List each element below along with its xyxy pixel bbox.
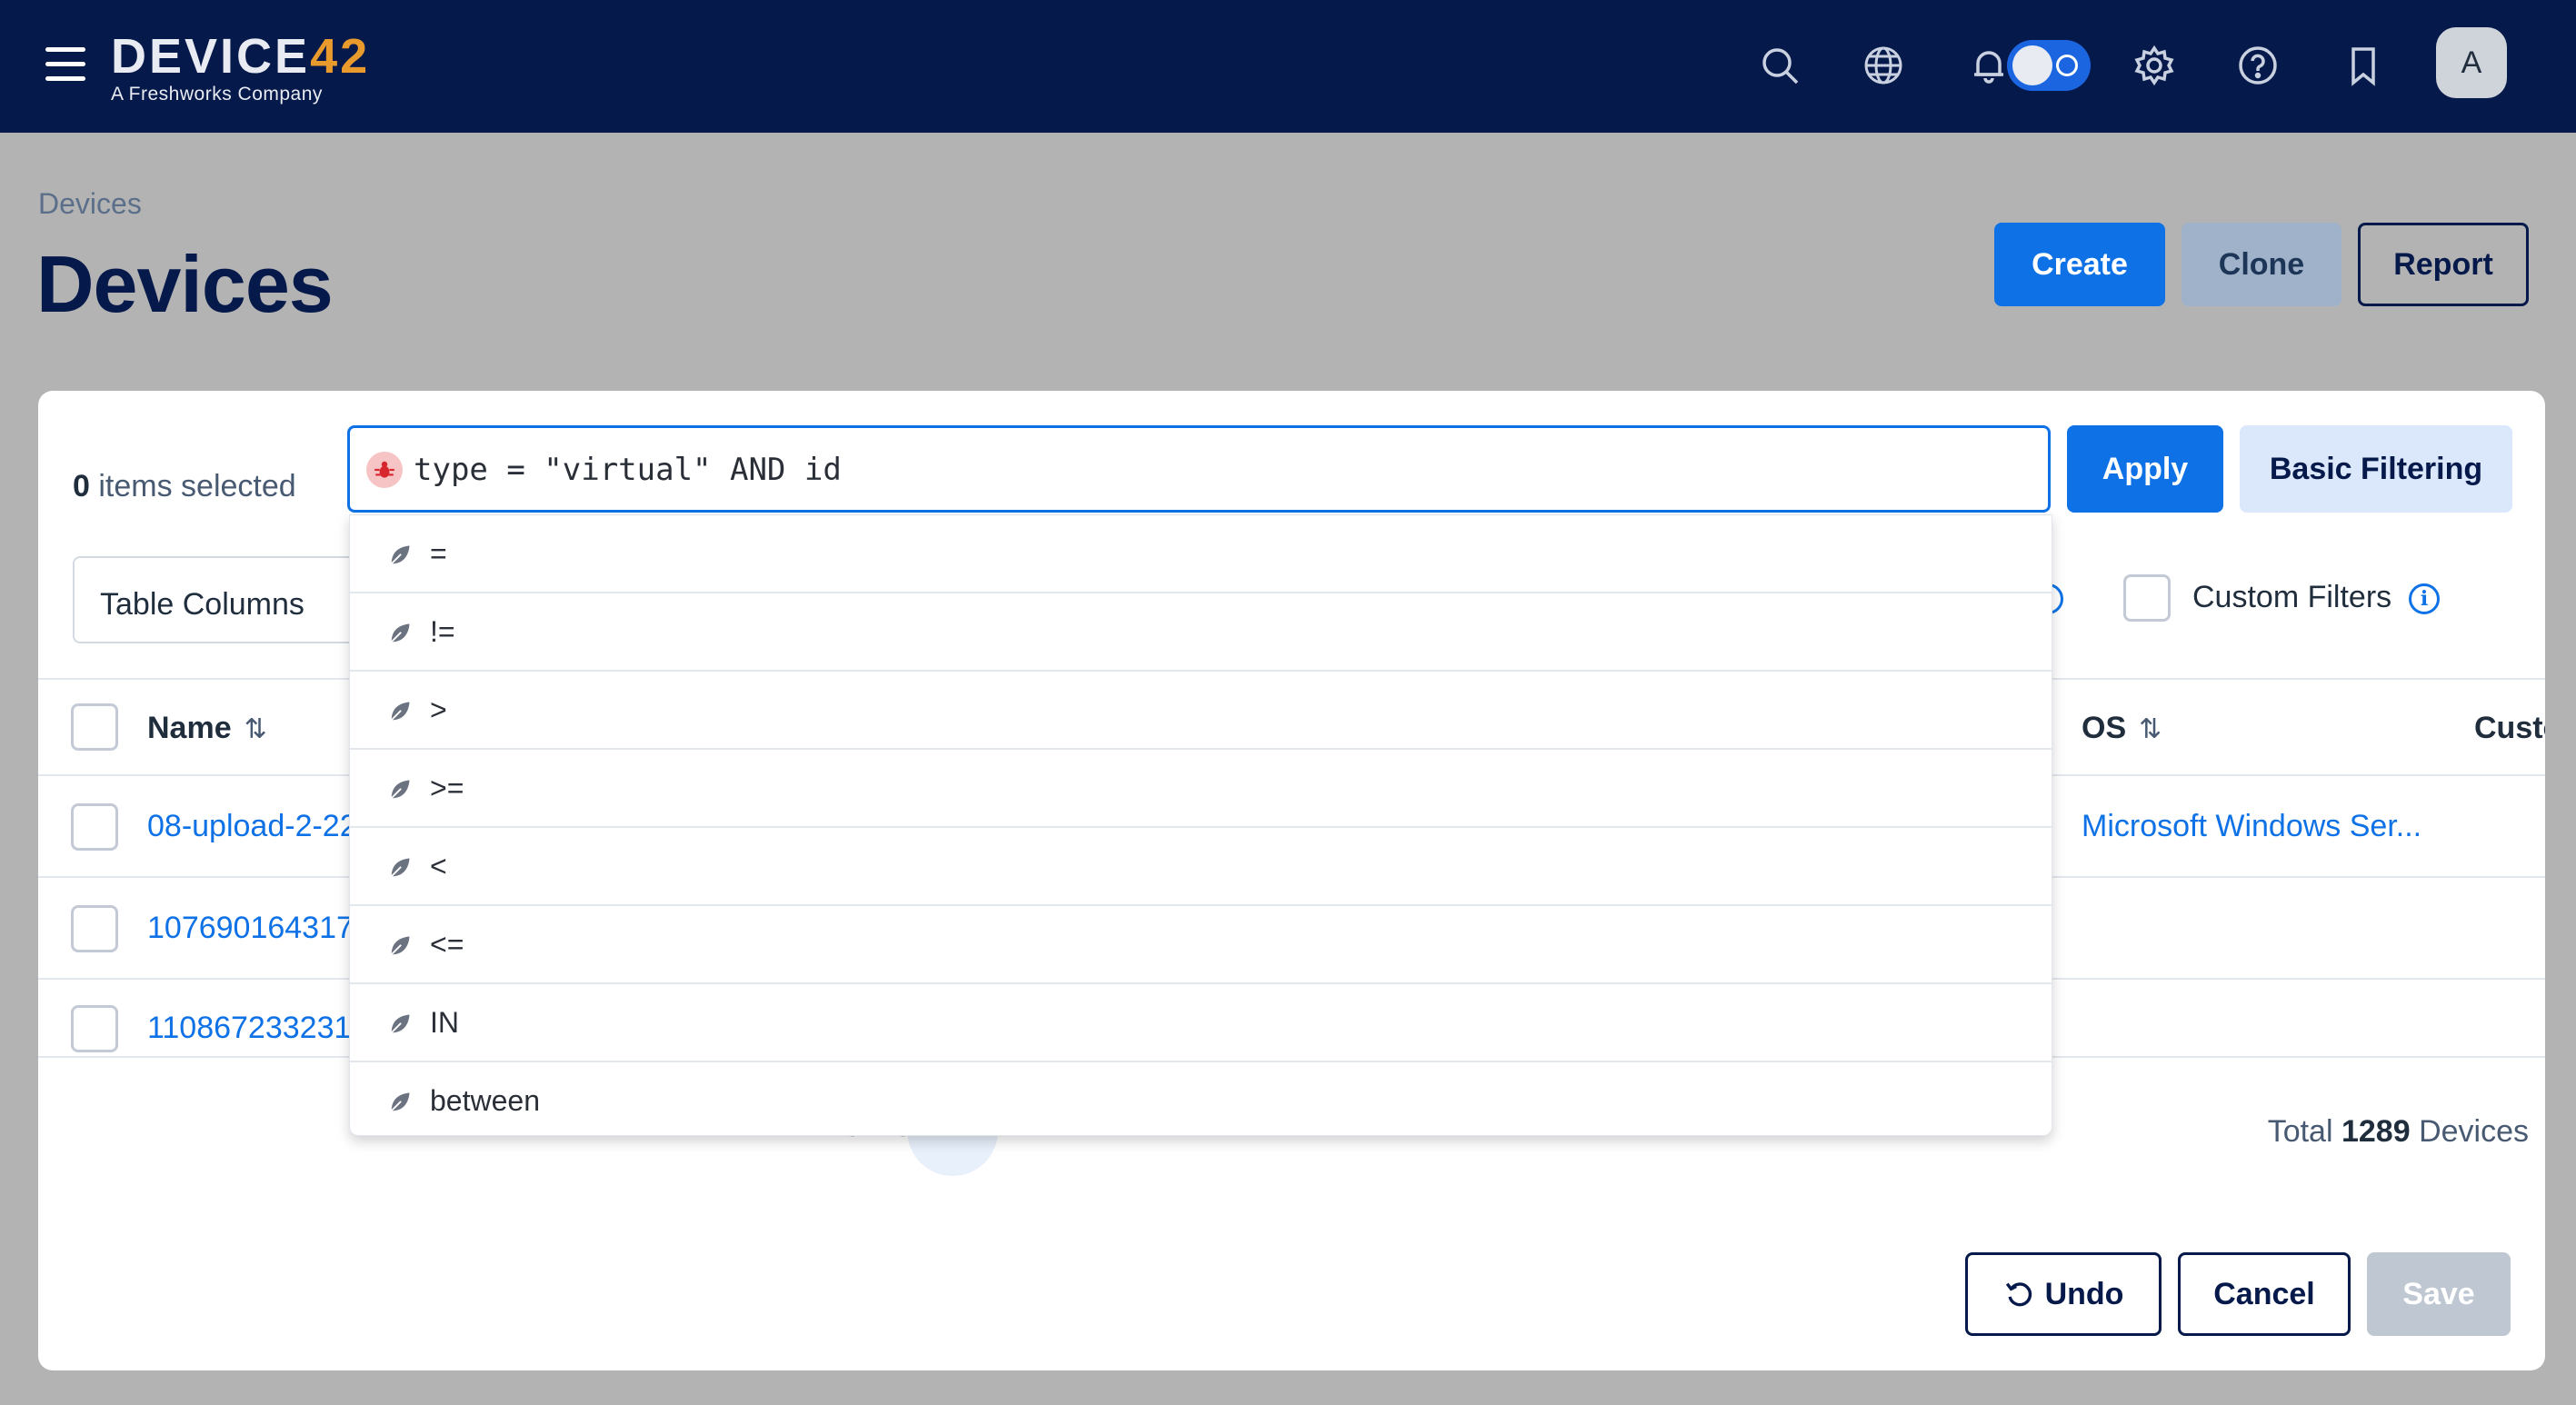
save-button[interactable]: Save — [2367, 1252, 2511, 1336]
autocomplete-option[interactable]: = — [350, 515, 2052, 593]
autocomplete-option[interactable]: != — [350, 593, 2052, 672]
autocomplete-option-label: = — [430, 537, 447, 570]
menu-icon[interactable] — [45, 47, 85, 84]
create-button[interactable]: Create — [1994, 223, 2165, 306]
breadcrumb[interactable]: Devices — [38, 187, 142, 221]
sort-icon[interactable]: ⇅ — [245, 714, 267, 744]
autocomplete-option-label: IN — [430, 1006, 459, 1039]
row-checkbox[interactable] — [71, 803, 118, 851]
autocomplete-dropdown: = != > >= < <= IN between — [349, 514, 2052, 1136]
globe-icon[interactable] — [1858, 40, 1909, 91]
undo-icon — [2005, 1282, 2032, 1307]
gear-icon[interactable] — [2129, 40, 2180, 91]
top-navbar: DEVICE42 A Freshworks Company A — [0, 0, 2576, 133]
autocomplete-option[interactable]: <= — [350, 906, 2052, 984]
autocomplete-option[interactable]: >= — [350, 750, 2052, 828]
basic-filtering-button[interactable]: Basic Filtering — [2240, 425, 2512, 513]
column-header-name[interactable]: Name ⇅ — [147, 711, 267, 746]
autocomplete-option-label: < — [430, 850, 447, 882]
toggle-knob — [2012, 45, 2052, 85]
theme-toggle[interactable] — [2007, 40, 2091, 91]
leaf-icon — [389, 545, 410, 566]
device-name-link[interactable]: 1108672332310 — [147, 1011, 368, 1046]
autocomplete-option[interactable]: between — [350, 1062, 2052, 1141]
row-checkbox[interactable] — [71, 1005, 118, 1052]
custom-filters-label: Custom Filters — [2192, 580, 2392, 614]
column-header-os[interactable]: OS ⇅ — [2082, 711, 2162, 746]
page-title: Devices — [36, 239, 334, 329]
logo-text: DEVICE — [111, 29, 311, 84]
table-columns-select[interactable]: Table Columns — [73, 556, 382, 643]
cancel-button[interactable]: Cancel — [2178, 1252, 2351, 1336]
custom-filters-info-icon[interactable]: i — [2409, 583, 2440, 614]
sort-icon[interactable]: ⇅ — [2139, 714, 2162, 744]
query-input[interactable]: type = "virtual" AND id — [347, 425, 2051, 513]
total-count: Total 1289 Devices — [2267, 1114, 2529, 1149]
select-all-checkbox[interactable] — [71, 703, 118, 751]
leaf-icon — [389, 1014, 410, 1035]
leaf-icon — [389, 858, 410, 879]
help-icon[interactable] — [2232, 40, 2283, 91]
items-selected: 0 items selected — [73, 469, 296, 504]
leaf-icon — [389, 623, 410, 644]
autocomplete-option[interactable]: IN — [350, 984, 2052, 1062]
query-text[interactable]: type = "virtual" AND id — [414, 452, 842, 488]
row-checkbox[interactable] — [71, 905, 118, 952]
report-button[interactable]: Report — [2358, 223, 2529, 306]
device-name-link[interactable]: 08-upload-2-22 — [147, 809, 357, 844]
items-selected-text: items selected — [98, 469, 296, 503]
column-header-custom[interactable]: Custo — [2474, 711, 2545, 746]
items-selected-count: 0 — [73, 469, 90, 503]
autocomplete-option-label: >= — [430, 772, 464, 804]
os-link[interactable]: Microsoft Windows Ser... — [2082, 809, 2421, 844]
bug-icon — [366, 452, 403, 488]
avatar[interactable]: A — [2436, 27, 2507, 98]
autocomplete-option-label: <= — [430, 928, 464, 961]
leaf-icon — [389, 702, 410, 722]
leaf-icon — [389, 780, 410, 801]
sun-icon — [2056, 55, 2078, 76]
bookmark-icon[interactable] — [2338, 40, 2389, 91]
logo-subtitle: A Freshworks Company — [111, 84, 323, 105]
leaf-icon — [389, 1092, 410, 1113]
autocomplete-option-label: between — [430, 1084, 540, 1117]
apply-button[interactable]: Apply — [2067, 425, 2223, 513]
autocomplete-option[interactable]: < — [350, 828, 2052, 906]
undo-button[interactable]: Undo — [1965, 1252, 2162, 1336]
autocomplete-option[interactable]: > — [350, 672, 2052, 750]
autocomplete-option-label: != — [430, 615, 455, 648]
logo[interactable]: DEVICE42 A Freshworks Company — [111, 31, 370, 105]
search-icon[interactable] — [1754, 40, 1805, 91]
logo-number: 42 — [310, 29, 371, 84]
autocomplete-option-label: > — [430, 693, 447, 726]
custom-filters-checkbox[interactable] — [2123, 574, 2171, 622]
clone-button[interactable]: Clone — [2182, 223, 2341, 306]
device-name-link[interactable]: 1076901643176 — [147, 911, 371, 946]
leaf-icon — [389, 936, 410, 957]
